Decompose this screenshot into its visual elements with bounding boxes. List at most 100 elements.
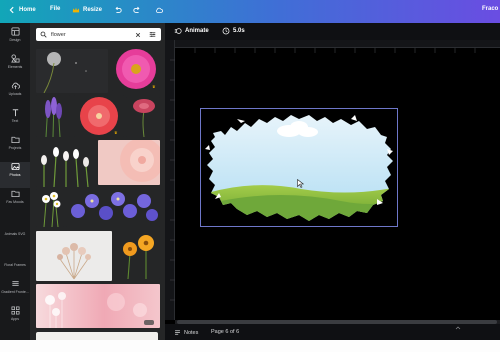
- cloud-icon: [155, 7, 163, 13]
- project-title-label: Fraco: [482, 6, 499, 12]
- chevron-left-icon: [9, 6, 14, 14]
- photo-poppy[interactable]: [126, 97, 160, 137]
- rail-label: Projects: [8, 146, 22, 150]
- rail-label: Apps: [11, 317, 19, 321]
- app-window: Home File Resize Fraco Design Elements U…: [0, 0, 500, 352]
- left-rail: Design Elements Uploads Text Projects Ph…: [0, 23, 30, 340]
- layout-icon: [10, 27, 20, 36]
- project-title[interactable]: Fraco: [482, 6, 498, 12]
- premium-crown-icon: ♛: [152, 84, 156, 89]
- orange-flowers-illustration: [123, 235, 154, 279]
- poppy-illustration: [133, 99, 155, 137]
- filter-icon[interactable]: [149, 31, 156, 38]
- folder-icon: [10, 136, 20, 144]
- bottom-margin: [0, 340, 500, 352]
- notes-button[interactable]: Notes: [174, 329, 198, 336]
- clock-icon: [222, 27, 230, 35]
- editor-toolbar: Animate 5.0s: [165, 23, 500, 40]
- violets-illustration: [71, 192, 158, 221]
- rail-item-projects[interactable]: Projects: [0, 135, 30, 161]
- rail-item-floral-frames[interactable]: Floral Frames: [0, 252, 30, 278]
- photo-icon: [10, 162, 20, 171]
- rail-item-photos[interactable]: Photos: [0, 162, 30, 188]
- tulips-illustration: [41, 147, 89, 187]
- photo-white-tulips[interactable]: [36, 140, 96, 187]
- bouquet-illustration: [57, 243, 91, 280]
- dahlia-illustration: [120, 140, 160, 182]
- rail-label: Photos: [9, 173, 21, 177]
- notes-label: Notes: [184, 329, 199, 336]
- search-input[interactable]: [51, 31, 131, 38]
- file-label: File: [50, 6, 61, 12]
- top-bar: Home File Resize Fraco: [0, 0, 500, 23]
- redo-button[interactable]: [133, 6, 141, 14]
- home-label: Home: [19, 7, 36, 13]
- photo-dried-bouquet[interactable]: [36, 231, 112, 281]
- clear-search-icon[interactable]: [135, 32, 141, 38]
- daisies-illustration: [42, 192, 61, 227]
- horizontal-ruler: [175, 40, 500, 53]
- text-icon: [12, 109, 18, 117]
- rail-label: Text: [11, 119, 19, 123]
- file-menu[interactable]: File: [50, 6, 60, 12]
- mouse-cursor-icon: [297, 179, 304, 188]
- home-button[interactable]: Home: [8, 6, 36, 14]
- duration-label: 5.0s: [233, 28, 245, 34]
- rail-item-fav-moods[interactable]: Fav Moods: [0, 189, 30, 215]
- rail-label: Gradient Fronte...: [1, 290, 29, 294]
- rail-label: Design: [9, 38, 21, 42]
- photo-lavender[interactable]: [36, 95, 70, 137]
- paw-icon: [11, 221, 20, 230]
- vertical-ruler: [165, 40, 175, 320]
- premium-crown-icon: ♛: [114, 130, 118, 135]
- redo-icon: [133, 6, 140, 13]
- dandelion-illustration: [43, 52, 87, 93]
- apps-icon: [11, 306, 19, 315]
- photo-dandelion[interactable]: [36, 49, 108, 93]
- chevron-up-icon[interactable]: [455, 326, 461, 330]
- shapes-icon: [10, 54, 20, 63]
- rail-item-design[interactable]: Design: [0, 27, 30, 53]
- rail-item-uploads[interactable]: Uploads: [0, 81, 30, 107]
- photos-panel: ♛ ♛: [30, 23, 165, 340]
- torn-paper-landscape: [201, 109, 397, 226]
- lavender-illustration: [45, 97, 62, 137]
- photo-white-daisies[interactable]: [36, 189, 64, 227]
- folder-icon: [10, 190, 20, 198]
- page-indicator: Page 6 of 6: [211, 329, 240, 335]
- photo-orange-flowers[interactable]: [116, 231, 160, 279]
- rail-item-text[interactable]: Text: [0, 108, 30, 134]
- rail-item-elements[interactable]: Elements: [0, 54, 30, 80]
- resize-label: Resize: [83, 7, 103, 13]
- cloud-upload-icon: [11, 82, 20, 90]
- undo-button[interactable]: [114, 6, 122, 14]
- gradient-icon: [11, 281, 19, 286]
- photo-pink-zinnia[interactable]: ♛: [112, 47, 160, 91]
- photo-pink-dahlia[interactable]: [98, 140, 160, 185]
- editor-area: Animate 5.0s Notes Page 6 of 6: [165, 23, 500, 340]
- photo-blue-violets[interactable]: [66, 189, 160, 227]
- undo-icon: [115, 6, 122, 13]
- frame-icon: [11, 252, 20, 261]
- rail-label: Floral Frames: [4, 263, 26, 267]
- rail-item-gradient[interactable]: Gradient Fronte...: [0, 279, 30, 305]
- crown-icon: [72, 7, 80, 13]
- ruler-ticks: [170, 59, 175, 301]
- photo-pink-bokeh[interactable]: [36, 284, 160, 328]
- duration-button[interactable]: 5.0s: [222, 27, 245, 35]
- resize-button[interactable]: Resize: [72, 6, 102, 14]
- rail-item-apps[interactable]: Apps: [0, 306, 30, 332]
- animate-label: Animate: [185, 28, 209, 34]
- animate-icon: [174, 28, 182, 34]
- animate-button[interactable]: Animate: [174, 27, 209, 35]
- save-status-button[interactable]: [155, 6, 163, 14]
- search-icon: [40, 31, 47, 38]
- rail-label: Elements: [7, 65, 23, 69]
- photo-red-hibiscus[interactable]: ♛: [74, 95, 124, 137]
- photo-badge: [144, 320, 154, 325]
- design-canvas[interactable]: [200, 108, 398, 227]
- ruler-ticks: [194, 48, 476, 53]
- notes-icon: [175, 330, 180, 335]
- rail-label: Uploads: [8, 92, 22, 96]
- rail-item-animals-svg[interactable]: Animals SVG: [0, 221, 30, 247]
